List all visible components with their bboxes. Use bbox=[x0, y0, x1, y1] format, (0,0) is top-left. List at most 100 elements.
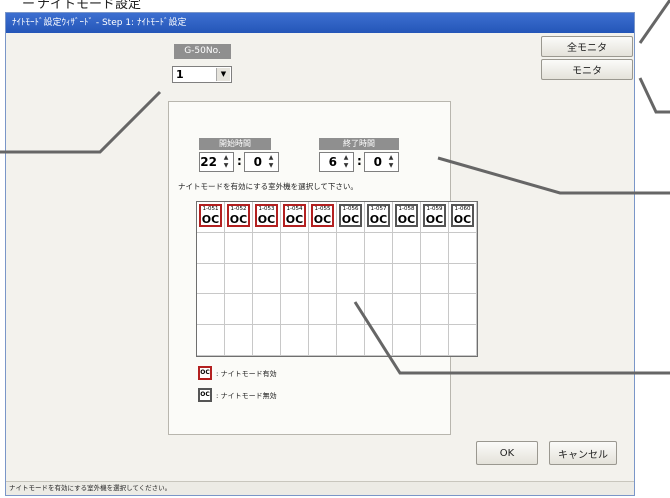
start-minute-spinner[interactable]: 0 ▲ ▼ bbox=[244, 152, 279, 172]
grid-cell[interactable] bbox=[337, 325, 365, 356]
grid-cell[interactable] bbox=[309, 294, 337, 326]
grid-cell[interactable] bbox=[225, 263, 253, 295]
unit-type-label: OC bbox=[397, 213, 416, 226]
grid-cell[interactable] bbox=[225, 325, 253, 356]
grid-cell[interactable] bbox=[393, 232, 421, 264]
unit-number: 1-059 bbox=[426, 206, 443, 212]
grid-cell[interactable] bbox=[449, 232, 477, 264]
grid-cell[interactable] bbox=[421, 294, 449, 326]
grid-cell[interactable] bbox=[197, 232, 225, 264]
grid-cell[interactable] bbox=[281, 294, 309, 326]
outdoor-unit-tile[interactable]: 1-057 OC bbox=[367, 204, 390, 227]
end-hour-value: 6 bbox=[328, 155, 337, 169]
start-hour-spinner[interactable]: 22 ▲ ▼ bbox=[199, 152, 234, 172]
instruction-text: ナイトモードを有効にする室外機を選択して下さい。 bbox=[178, 182, 358, 191]
grid-cell[interactable]: 1-051 OC bbox=[197, 202, 225, 233]
outdoor-unit-tile[interactable]: 1-052 OC bbox=[227, 204, 250, 227]
grid-cell[interactable] bbox=[253, 294, 281, 326]
grid-cell[interactable] bbox=[197, 294, 225, 326]
outdoor-unit-tile[interactable]: 1-054 OC bbox=[283, 204, 306, 227]
callout-line-monitor bbox=[638, 77, 670, 114]
grid-cell[interactable]: 1-056 OC bbox=[337, 202, 365, 233]
outdoor-unit-tile[interactable]: 1-051 OC bbox=[199, 204, 222, 227]
grid-cell[interactable] bbox=[337, 263, 365, 295]
g50-value: 1 bbox=[176, 68, 184, 81]
grid-cell[interactable] bbox=[309, 263, 337, 295]
outdoor-unit-tile[interactable]: 1-055 OC bbox=[311, 204, 334, 227]
g50-label: G-50No. bbox=[174, 44, 231, 59]
end-hour-spinner[interactable]: 6 ▲ ▼ bbox=[319, 152, 354, 172]
grid-cell[interactable]: 1-059 OC bbox=[421, 202, 449, 233]
end-time-label: 終了時間 bbox=[319, 138, 399, 150]
grid-cell[interactable] bbox=[365, 232, 393, 264]
grid-cell[interactable]: 1-053 OC bbox=[253, 202, 281, 233]
grid-cell[interactable] bbox=[309, 325, 337, 356]
grid-cell[interactable]: 1-060 OC bbox=[449, 202, 477, 233]
cancel-button[interactable]: キャンセル bbox=[549, 441, 617, 465]
grid-cell[interactable]: 1-052 OC bbox=[225, 202, 253, 233]
unit-type-label: OC bbox=[425, 213, 444, 226]
grid-cell[interactable] bbox=[393, 325, 421, 356]
grid-cell[interactable]: 1-054 OC bbox=[281, 202, 309, 233]
monitor-button[interactable]: モニタ bbox=[541, 59, 633, 80]
grid-cell[interactable] bbox=[225, 232, 253, 264]
spin-arrows-icon[interactable]: ▲ ▼ bbox=[385, 154, 397, 170]
status-bar: ナイトモードを有効にする室外機を選択してください。 bbox=[6, 481, 634, 495]
grid-cell[interactable] bbox=[365, 263, 393, 295]
grid-cell[interactable] bbox=[197, 325, 225, 356]
spin-arrows-icon[interactable]: ▲ ▼ bbox=[265, 154, 277, 170]
grid-cell[interactable] bbox=[393, 294, 421, 326]
grid-cell[interactable] bbox=[281, 263, 309, 295]
unit-type-label: OC bbox=[229, 213, 248, 226]
grid-cell[interactable] bbox=[197, 263, 225, 295]
window-title: ﾅｲﾄﾓｰﾄﾞ設定ｳｨｻﾞｰﾄﾞ - Step 1: ﾅｲﾄﾓｰﾄﾞ設定 bbox=[6, 13, 634, 33]
unit-type-label: OC bbox=[341, 213, 360, 226]
unit-type-label: OC bbox=[257, 213, 276, 226]
unit-number: 1-057 bbox=[370, 206, 387, 212]
g50-select[interactable]: 1 ▼ bbox=[172, 66, 232, 83]
outdoor-unit-tile[interactable]: 1-056 OC bbox=[339, 204, 362, 227]
grid-cell[interactable] bbox=[393, 263, 421, 295]
grid-cell[interactable] bbox=[365, 325, 393, 356]
time-colon: : bbox=[357, 154, 362, 168]
grid-cell[interactable] bbox=[281, 232, 309, 264]
grid-cell[interactable] bbox=[449, 294, 477, 326]
time-colon: : bbox=[237, 154, 242, 168]
grid-cell[interactable] bbox=[337, 294, 365, 326]
grid-cell[interactable] bbox=[449, 263, 477, 295]
grid-cell[interactable] bbox=[449, 325, 477, 356]
grid-cell[interactable] bbox=[421, 232, 449, 264]
grid-cell[interactable] bbox=[253, 263, 281, 295]
outdoor-unit-tile[interactable]: 1-059 OC bbox=[423, 204, 446, 227]
grid-cell[interactable] bbox=[309, 232, 337, 264]
grid-cell[interactable] bbox=[281, 325, 309, 356]
grid-cell[interactable] bbox=[337, 232, 365, 264]
outdoor-unit-tile[interactable]: 1-060 OC bbox=[451, 204, 474, 227]
ok-button[interactable]: OK bbox=[476, 441, 538, 465]
chevron-down-icon[interactable]: ▼ bbox=[216, 68, 230, 81]
grid-cell[interactable] bbox=[421, 325, 449, 356]
grid-cell[interactable] bbox=[421, 263, 449, 295]
outdoor-unit-grid: 1-051 OC 1-052 OC 1-053 OC 1-054 OC 1-055 OC 1-056… bbox=[196, 201, 478, 357]
outdoor-unit-tile[interactable]: 1-053 OC bbox=[255, 204, 278, 227]
spin-arrows-icon[interactable]: ▲ ▼ bbox=[220, 154, 232, 170]
legend-enabled-text: : ナイトモード有効 bbox=[216, 370, 277, 378]
grid-cell[interactable]: 1-057 OC bbox=[365, 202, 393, 233]
start-time-label: 開始時間 bbox=[199, 138, 271, 150]
grid-cell[interactable]: 1-055 OC bbox=[309, 202, 337, 233]
start-hour-value: 22 bbox=[200, 155, 217, 169]
all-monitor-button[interactable]: 全モニタ bbox=[541, 36, 633, 57]
outdoor-unit-tile[interactable]: 1-058 OC bbox=[395, 204, 418, 227]
grid-cell[interactable] bbox=[253, 232, 281, 264]
end-minute-spinner[interactable]: 0 ▲ ▼ bbox=[364, 152, 399, 172]
grid-cell[interactable] bbox=[225, 294, 253, 326]
start-minute-value: 0 bbox=[253, 155, 262, 169]
grid-cell[interactable] bbox=[253, 325, 281, 356]
grid-cell[interactable]: 1-058 OC bbox=[393, 202, 421, 233]
unit-type-label: OC bbox=[453, 213, 472, 226]
grid-cell[interactable] bbox=[365, 294, 393, 326]
callout-line-all-monitor bbox=[638, 0, 670, 44]
spin-arrows-icon[interactable]: ▲ ▼ bbox=[340, 154, 352, 170]
page-heading: ーナイトモード設定 bbox=[22, 0, 141, 12]
unit-type-label: OC bbox=[369, 213, 388, 226]
